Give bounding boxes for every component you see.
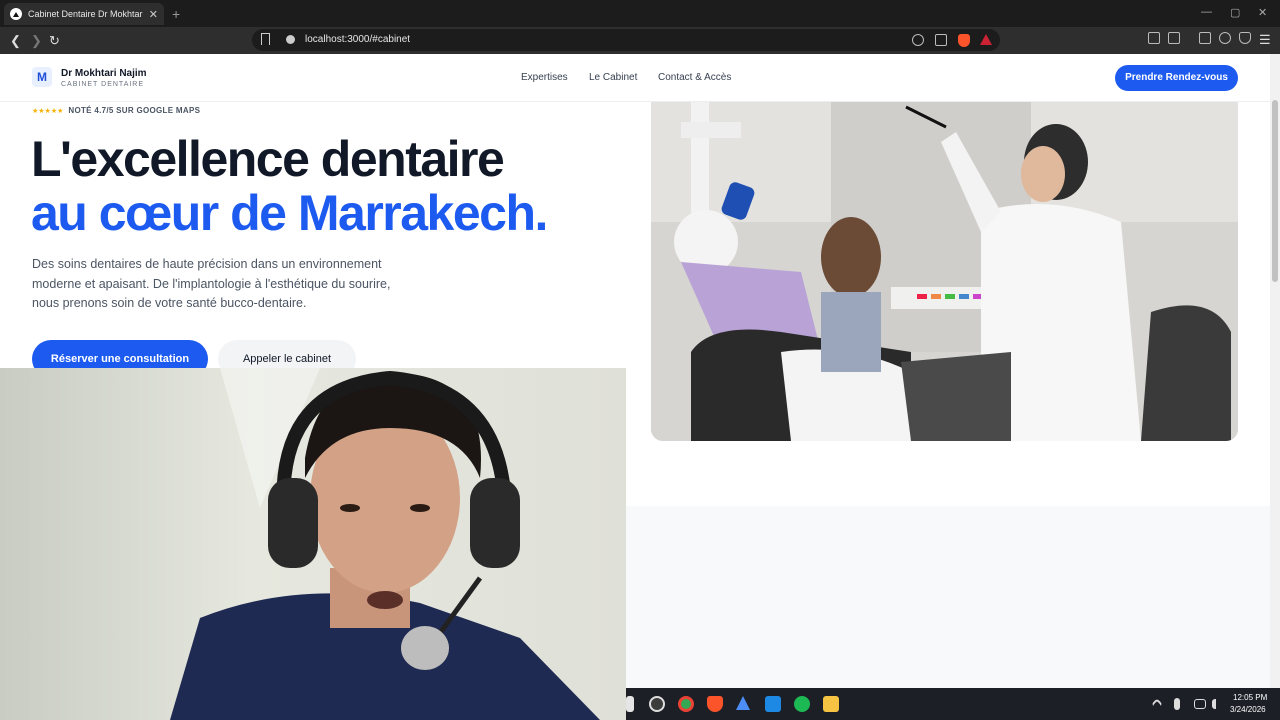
obs-icon[interactable]: [649, 696, 665, 712]
hero-description-line: Des soins dentaires de haute précision d…: [32, 257, 382, 271]
translate-icon[interactable]: [912, 34, 924, 46]
close-window-icon[interactable]: ✕: [1258, 6, 1267, 19]
minimize-icon[interactable]: —: [1201, 6, 1212, 18]
bookmark-icon[interactable]: [261, 33, 270, 45]
browser-tab-strip: Cabinet Dentaire Dr Mokhtari N ✕ + — ▢ ✕: [0, 0, 1280, 27]
leo-ai-icon[interactable]: [1219, 32, 1231, 44]
vscode-icon[interactable]: [765, 696, 781, 712]
chevron-up-icon[interactable]: [1151, 698, 1163, 710]
nav-contact[interactable]: Contact & Accès: [658, 72, 731, 83]
book-appointment-button[interactable]: Prendre Rendez-vous: [1115, 65, 1238, 91]
taskbar-time[interactable]: 12:05 PM: [1233, 693, 1267, 702]
volume-icon[interactable]: [1212, 699, 1224, 709]
tab-title: Cabinet Dentaire Dr Mokhtari N: [28, 9, 143, 19]
site-info-icon[interactable]: [286, 35, 295, 44]
hero-description: Des soins dentaires de haute précision d…: [32, 255, 412, 314]
dentist-patient-illustration: [651, 102, 1238, 441]
next-section-background: [626, 506, 1270, 688]
hero-title-line1: L'excellence dentaire: [31, 131, 505, 187]
rating-badge: ★★★★★ NOTÉ 4.7/5 SUR GOOGLE MAPS: [32, 106, 200, 115]
webcam-person-illustration: [0, 368, 626, 720]
network-icon[interactable]: [1194, 699, 1206, 709]
file-explorer-icon[interactable]: [823, 696, 839, 712]
extensions-icon[interactable]: [1148, 32, 1160, 44]
reload-icon[interactable]: ↻: [49, 33, 60, 49]
hero-title-line2: au cœur de Marrakech.: [31, 185, 548, 241]
site-header: M Dr Mokhtari Najim CABINET DENTAIRE Exp…: [0, 54, 1270, 102]
nav-expertises[interactable]: Expertises: [521, 72, 568, 83]
menu-icon[interactable]: ☰: [1259, 32, 1271, 48]
hero-description-line: nous prenons soin de votre santé bucco-d…: [32, 296, 307, 310]
os-taskbar: [626, 688, 1280, 720]
vpn-shield-icon[interactable]: [1239, 32, 1251, 44]
address-bar[interactable]: localhost:3000/#cabinet: [252, 29, 1000, 51]
back-icon[interactable]: ❮: [10, 33, 21, 49]
wallet-icon[interactable]: [1199, 32, 1211, 44]
hero-photo: [651, 102, 1238, 441]
webcam-overlay: [0, 368, 626, 720]
site-favicon-icon: [10, 8, 22, 20]
brand-subtitle: CABINET DENTAIRE: [61, 81, 145, 88]
brave-rewards-icon[interactable]: [980, 34, 992, 45]
taskbar-date[interactable]: 3/24/2026: [1230, 705, 1266, 714]
forward-icon[interactable]: ❯: [31, 33, 42, 49]
star-rating-icon: ★★★★★: [32, 107, 64, 115]
brave-icon[interactable]: [707, 696, 723, 712]
brand-name[interactable]: Dr Mokhtari Najim: [61, 68, 147, 79]
address-url: localhost:3000/#cabinet: [305, 34, 411, 45]
browser-tab[interactable]: Cabinet Dentaire Dr Mokhtari N ✕: [4, 3, 164, 25]
sidebar-icon[interactable]: [1168, 32, 1180, 44]
microphone-icon[interactable]: [1174, 698, 1180, 710]
taskbar-app-icon[interactable]: [626, 696, 634, 712]
arc-icon[interactable]: [736, 696, 750, 710]
chrome-icon[interactable]: [678, 696, 694, 712]
brave-shields-icon[interactable]: [958, 34, 970, 47]
share-icon[interactable]: [935, 34, 947, 46]
rating-text: NOTÉ 4.7/5 SUR GOOGLE MAPS: [68, 106, 201, 115]
logo-icon[interactable]: M: [32, 67, 52, 87]
browser-toolbar: ❮ ❯ ↻ localhost:3000/#cabinet ☰: [0, 27, 1280, 54]
hero-description-line: moderne et apaisant. De l'implantologie …: [32, 276, 391, 291]
page-scrollbar[interactable]: [1270, 54, 1280, 688]
spotify-icon[interactable]: [794, 696, 810, 712]
maximize-icon[interactable]: ▢: [1230, 6, 1240, 19]
scrollbar-thumb[interactable]: [1272, 100, 1278, 282]
new-tab-icon[interactable]: +: [172, 6, 180, 22]
close-tab-icon[interactable]: ✕: [149, 8, 158, 21]
nav-le-cabinet[interactable]: Le Cabinet: [589, 72, 637, 83]
